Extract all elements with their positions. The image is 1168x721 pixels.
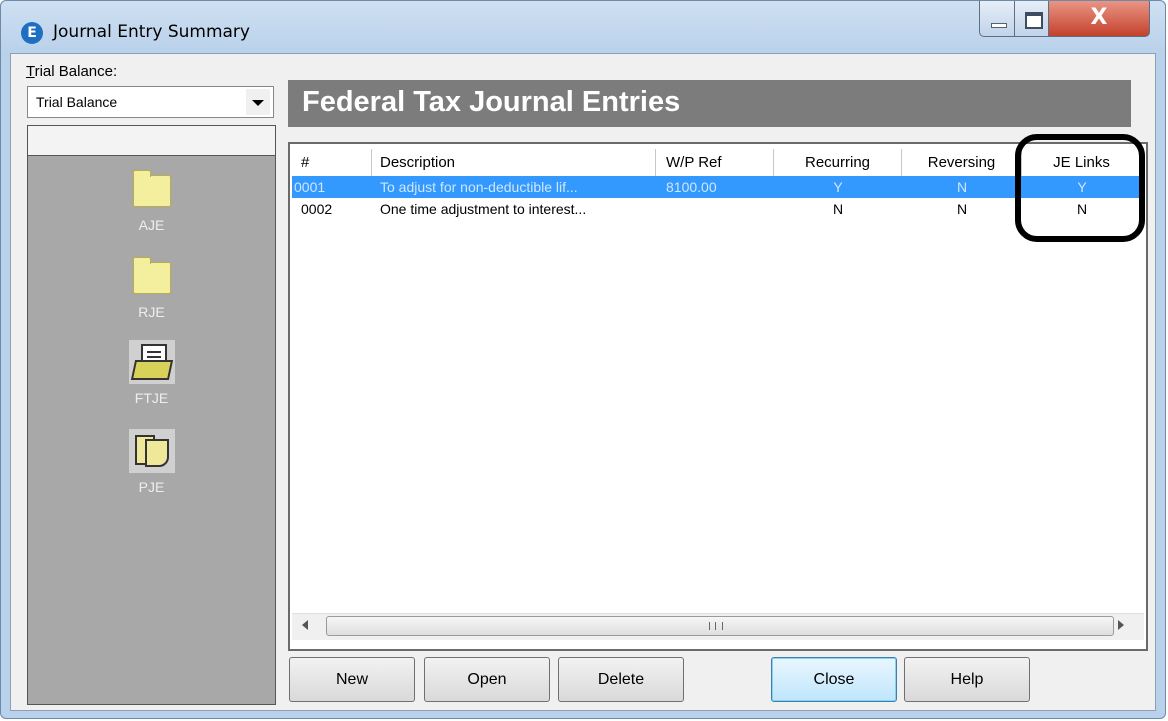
clipped-pages-icon: [128, 429, 175, 473]
page-header: Federal Tax Journal Entries: [288, 80, 1131, 127]
journal-type-panel-header: [28, 126, 275, 156]
column-header-number[interactable]: #: [292, 149, 372, 177]
chevron-down-icon[interactable]: [246, 89, 270, 115]
window-title: Journal Entry Summary: [53, 22, 250, 42]
column-header-recurring[interactable]: Recurring: [774, 149, 902, 177]
scrollbar-thumb[interactable]: [326, 616, 1114, 636]
cell-number: 0001: [294, 179, 326, 195]
minimize-button[interactable]: [979, 1, 1015, 37]
cell-description: To adjust for non-deductible lif...: [380, 179, 578, 195]
folder-icon: [131, 170, 173, 211]
journal-entry-summary-window: E Journal Entry Summary X Trial Balance:…: [0, 0, 1166, 719]
cell-reversing: N: [956, 201, 968, 217]
document-folder-icon: [128, 340, 175, 384]
trial-balance-label-text: rial Balance:: [34, 63, 118, 80]
minimize-icon: [991, 23, 1007, 28]
nav-item-ftje[interactable]: FTJE: [28, 340, 275, 406]
cell-recurring: N: [832, 201, 844, 217]
close-button[interactable]: Close: [771, 657, 897, 702]
new-button[interactable]: New: [289, 657, 415, 702]
title-bar[interactable]: E Journal Entry Summary X: [1, 1, 1165, 53]
cell-wp-ref: 8100.00: [666, 179, 717, 195]
cell-recurring: Y: [833, 179, 843, 195]
nav-item-label: RJE: [138, 304, 165, 320]
grip-icon: [709, 622, 723, 630]
nav-item-label: PJE: [138, 479, 165, 495]
app-e-icon: E: [21, 22, 43, 44]
cell-description: One time adjustment to interest...: [380, 201, 587, 217]
nav-item-label: AJE: [138, 217, 165, 233]
horizontal-scrollbar[interactable]: [292, 613, 1144, 640]
column-header-description[interactable]: Description: [372, 149, 656, 177]
page-title: Federal Tax Journal Entries: [302, 86, 681, 118]
help-button[interactable]: Help: [904, 657, 1030, 702]
nav-item-pje[interactable]: PJE: [28, 429, 275, 495]
nav-item-rje[interactable]: RJE: [28, 257, 275, 320]
je-links-highlight-annotation: [1015, 134, 1145, 242]
scroll-left-arrow-icon[interactable]: [302, 620, 308, 630]
cell-reversing: N: [956, 179, 968, 195]
trial-balance-select[interactable]: Trial Balance: [27, 86, 274, 118]
journal-type-panel: AJE RJE FTJE PJE: [27, 125, 276, 705]
scroll-right-arrow-icon[interactable]: [1118, 620, 1124, 630]
delete-button[interactable]: Delete: [558, 657, 684, 702]
column-header-reversing[interactable]: Reversing: [902, 149, 1022, 177]
trial-balance-label-mnemonic: T: [26, 63, 35, 80]
open-button[interactable]: Open: [424, 657, 550, 702]
maximize-icon: [1025, 12, 1043, 29]
cell-number: 0002: [301, 201, 333, 217]
maximize-button[interactable]: [1014, 1, 1049, 37]
close-icon: X: [1090, 5, 1108, 30]
nav-item-label: FTJE: [134, 390, 169, 406]
column-header-wp-ref[interactable]: W/P Ref: [656, 149, 774, 177]
nav-item-aje[interactable]: AJE: [28, 170, 275, 233]
trial-balance-label: Trial Balance:: [26, 63, 117, 80]
folder-icon: [131, 257, 173, 298]
trial-balance-select-value: Trial Balance: [36, 94, 118, 110]
cell-wp-ref: [666, 198, 766, 220]
close-window-button[interactable]: X: [1048, 1, 1150, 37]
